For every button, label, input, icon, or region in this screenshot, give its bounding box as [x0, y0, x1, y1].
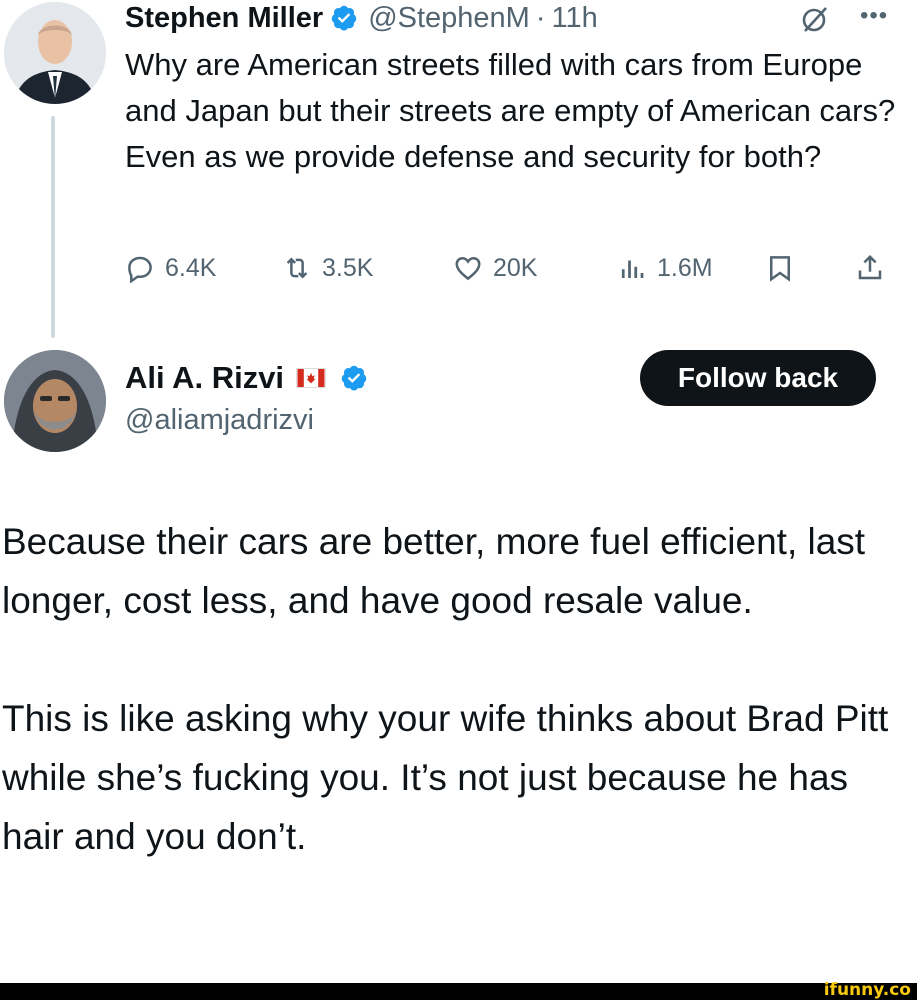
ifunny-watermark: ifunny.co [823, 980, 911, 1000]
reply-icon [128, 256, 152, 283]
share-icon [858, 254, 882, 280]
author-name[interactable]: Stephen Miller [125, 2, 323, 35]
repost-button[interactable]: 3.5K [282, 248, 373, 288]
thread-line [51, 116, 55, 338]
reply-author-name[interactable]: Ali A. Rizvi [125, 360, 284, 396]
reply-author-handle[interactable]: @aliamjadrizvi [125, 404, 314, 437]
verified-badge-icon [340, 364, 368, 392]
reply-button[interactable]: 6.4K [125, 248, 216, 288]
view-count: 1.6M [657, 253, 713, 282]
ali-rizvi-avatar[interactable] [4, 350, 106, 452]
views-icon [621, 260, 644, 278]
bookmark-icon [770, 256, 790, 282]
like-button[interactable]: 20K [453, 248, 537, 288]
post-time[interactable]: 11h [552, 2, 598, 35]
reply-paragraph: This is like asking why your wife thinks… [2, 698, 889, 857]
repost-icon [286, 257, 308, 279]
reply-text: Because their cars are better, more fuel… [2, 512, 907, 925]
more-icon[interactable]: ••• [860, 4, 888, 28]
grok-icon[interactable] [800, 4, 830, 34]
separator: · [535, 1, 546, 34]
verified-badge-icon [330, 4, 358, 32]
tweet-actions: 6.4K 3.5K 20K 1.6M [125, 248, 895, 288]
canada-flag-icon [296, 368, 327, 388]
repost-count: 3.5K [322, 253, 374, 282]
tweet-text: Why are American streets filled with car… [125, 47, 896, 174]
author-handle[interactable]: @StephenM [368, 2, 530, 35]
reply-paragraph: Because their cars are better, more fuel… [2, 521, 866, 621]
follow-back-button[interactable]: Follow back [640, 350, 876, 406]
like-count: 20K [493, 253, 538, 282]
reply-count: 6.4K [165, 253, 217, 282]
tweet-header: Stephen Miller @StephenM · 11h [125, 0, 598, 36]
share-button[interactable] [855, 248, 895, 288]
watermark-bar: ifunny.co [0, 980, 917, 1000]
like-icon [455, 256, 481, 281]
reply-header: Ali A. Rizvi [125, 360, 368, 396]
views-button[interactable]: 1.6M [617, 248, 713, 288]
bookmark-button[interactable] [765, 248, 805, 288]
stephen-miller-avatar[interactable] [4, 2, 106, 104]
